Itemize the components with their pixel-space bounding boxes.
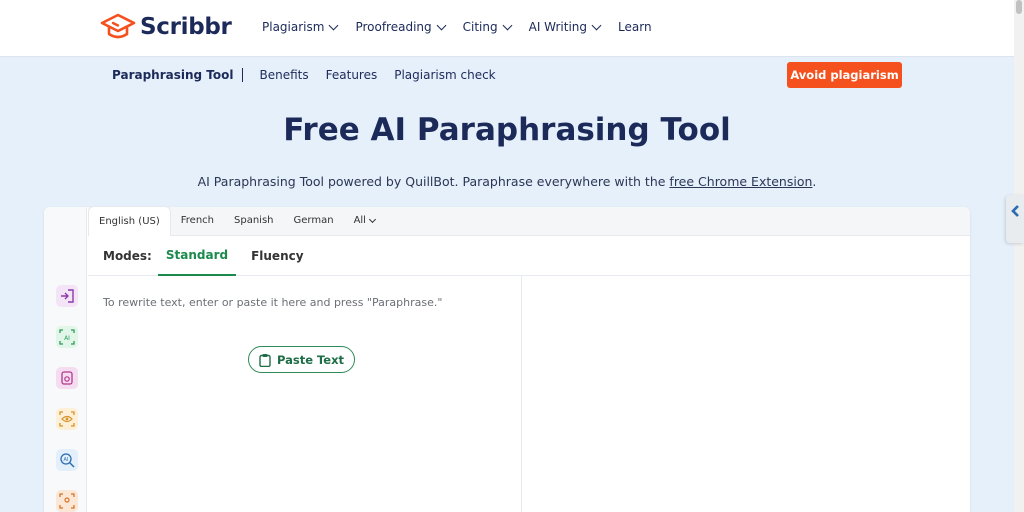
tab-all-label: All <box>353 215 366 226</box>
tool-rail: AI AI <box>44 207 87 512</box>
page-title: Free AI Paraphrasing Tool <box>283 112 731 148</box>
scan-icon[interactable] <box>56 490 78 512</box>
nav-label: Plagiarism <box>262 20 325 34</box>
chevron-down-icon <box>502 20 513 30</box>
modes-label: Modes: <box>103 248 152 263</box>
nav-item-proofreading[interactable]: Proofreading <box>355 20 447 34</box>
nav-label: Proofreading <box>355 20 432 34</box>
scribbr-logo[interactable]: Scribbr <box>100 12 232 42</box>
mode-standard[interactable]: Standard <box>157 236 237 276</box>
page-subtitle: AI Paraphrasing Tool powered by QuillBot… <box>0 174 1014 189</box>
side-panel-toggle[interactable] <box>1006 195 1024 243</box>
chevron-down-icon <box>328 20 339 30</box>
subnav-link-plagiarism-check[interactable]: Plagiarism check <box>394 68 495 82</box>
language-tabs: English (US) French Spanish German All <box>88 206 970 236</box>
nav-item-learn[interactable]: Learn <box>618 20 652 34</box>
nav-label: AI Writing <box>528 20 588 34</box>
tab-english-us[interactable]: English (US) <box>88 206 171 236</box>
subnav-link-features[interactable]: Features <box>326 68 378 82</box>
paraphraser-card: AI AI English (US) French Spanish German… <box>44 206 970 512</box>
avoid-plagiarism-button[interactable]: Avoid plagiarism <box>787 62 902 88</box>
subtitle-text: AI Paraphrasing Tool powered by QuillBot… <box>197 174 670 189</box>
paste-text-label: Paste Text <box>276 352 345 367</box>
nav-item-citing[interactable]: Citing <box>462 20 513 34</box>
chevron-down-icon <box>436 20 447 30</box>
modes-bar: Modes: Standard Fluency <box>88 236 970 276</box>
ai-search-icon[interactable]: AI <box>56 449 78 471</box>
tab-spanish[interactable]: Spanish <box>224 206 284 235</box>
subtitle-end: . <box>812 174 817 189</box>
top-navbar: Scribbr Plagiarism Proofreading Citing A… <box>0 0 1014 57</box>
nav-label: Learn <box>618 20 652 34</box>
nav-item-plagiarism[interactable]: Plagiarism <box>262 20 339 34</box>
graduation-cap-icon <box>100 13 136 39</box>
subnav-current[interactable]: Paraphrasing Tool <box>112 68 243 82</box>
svg-text:AI: AI <box>64 335 70 342</box>
tab-german[interactable]: German <box>284 206 344 235</box>
chrome-extension-link[interactable]: free Chrome Extension <box>669 174 812 189</box>
input-placeholder[interactable]: To rewrite text, enter or paste it here … <box>103 296 442 309</box>
plagiarism-checker-icon[interactable] <box>56 367 78 389</box>
paste-text-button[interactable]: Paste Text <box>248 346 355 373</box>
chevron-down-icon <box>591 20 602 30</box>
scrollbar-thumb[interactable] <box>1016 0 1022 14</box>
paraphraser-icon[interactable] <box>56 285 78 307</box>
proofreader-icon[interactable] <box>56 408 78 430</box>
nav-label: Citing <box>462 20 498 34</box>
svg-text:AI: AI <box>64 457 69 463</box>
chevron-down-icon <box>368 215 377 223</box>
main-nav: Plagiarism Proofreading Citing AI Writin… <box>262 20 652 34</box>
sub-navbar: Paraphrasing Tool Benefits Features Plag… <box>112 68 496 82</box>
chevron-left-icon <box>1011 205 1019 217</box>
input-pane[interactable]: To rewrite text, enter or paste it here … <box>88 276 522 512</box>
subnav-link-benefits[interactable]: Benefits <box>260 68 309 82</box>
ai-detector-icon[interactable]: AI <box>56 326 78 348</box>
mode-fluency[interactable]: Fluency <box>251 236 303 276</box>
clipboard-icon <box>259 353 271 367</box>
brand-name: Scribbr <box>140 14 232 40</box>
tab-all-languages[interactable]: All <box>344 206 385 235</box>
nav-item-ai-writing[interactable]: AI Writing <box>528 20 602 34</box>
tab-french[interactable]: French <box>171 206 224 235</box>
page-scrollbar[interactable] <box>1014 0 1024 512</box>
